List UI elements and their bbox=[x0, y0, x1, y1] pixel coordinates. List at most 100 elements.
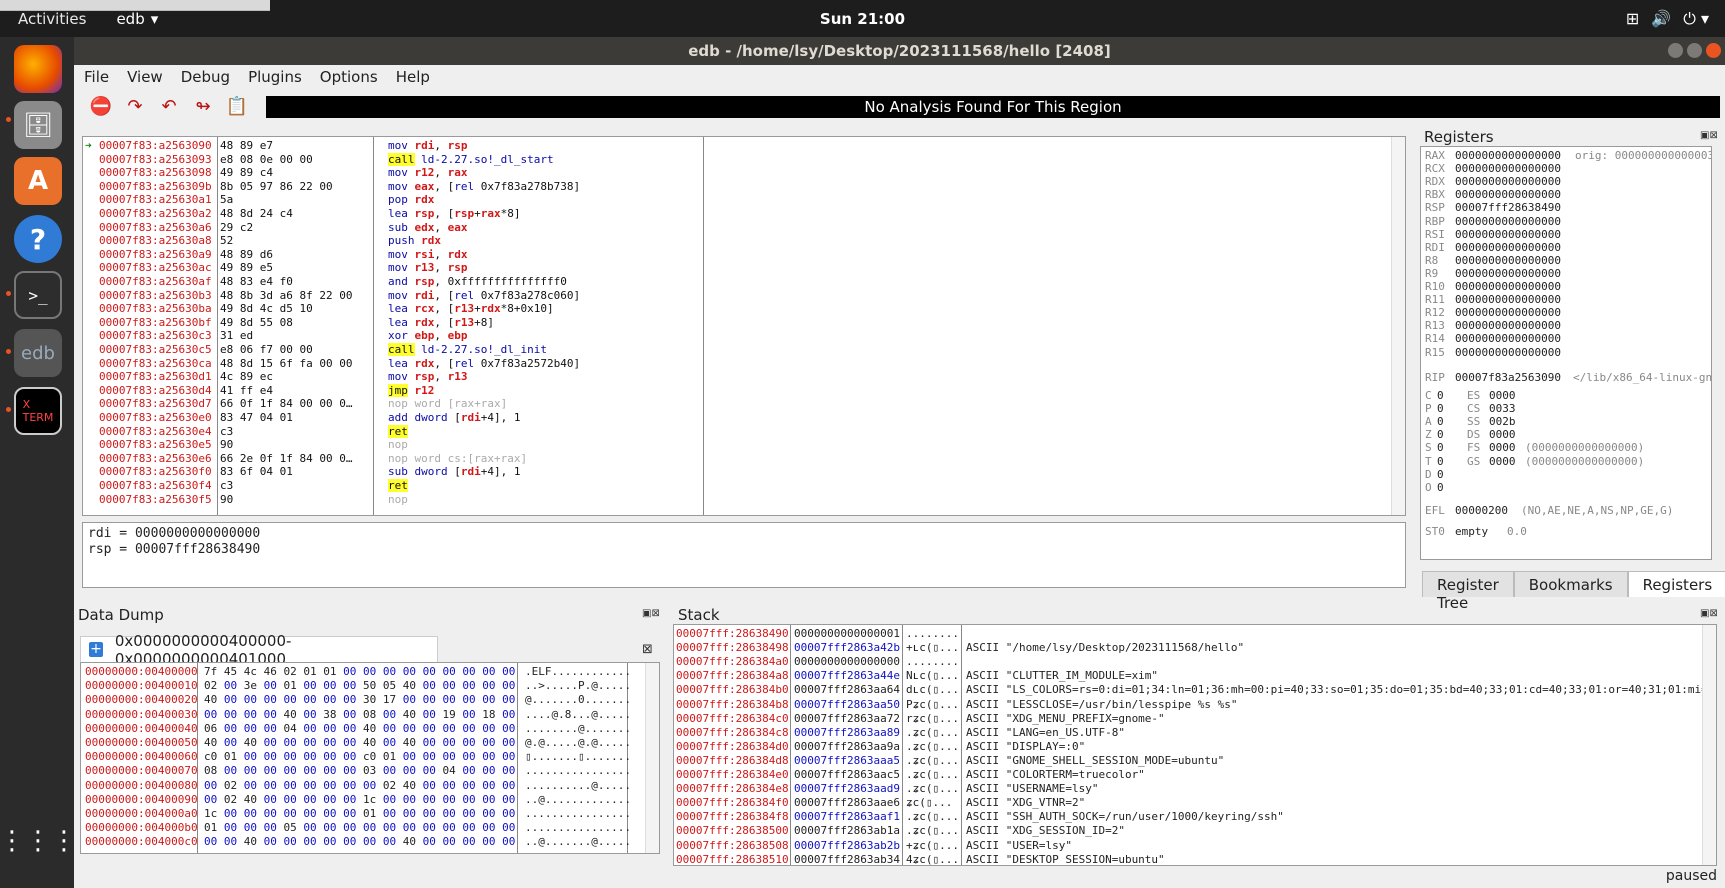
close-tab-icon[interactable]: ⊠ bbox=[642, 642, 653, 657]
stack-row[interactable]: 00007fff:28638490 0000000000000001.......… bbox=[676, 627, 959, 641]
disassembly-view[interactable]: ➜ 00007f83:a2563090 48 89 e7 mov rdi, rsp 00… bbox=[82, 136, 1406, 516]
register-row[interactable]: R8 0000000000000000 bbox=[1425, 254, 1561, 268]
step-out-icon[interactable]: ↬ bbox=[190, 94, 216, 120]
menu-file[interactable]: File bbox=[84, 68, 109, 86]
register-row[interactable]: R13 0000000000000000 bbox=[1425, 319, 1561, 333]
register-row[interactable]: RBP 0000000000000000 bbox=[1425, 215, 1561, 229]
terminal-icon[interactable]: >_ bbox=[14, 271, 62, 319]
tab-bookmarks[interactable]: Bookmarks bbox=[1513, 571, 1628, 597]
stack-row[interactable]: 00007fff:28638500 00007fff2863ab1a .ʑc(▯..… bbox=[676, 824, 1125, 838]
step-into-icon[interactable]: ↷ bbox=[122, 94, 148, 120]
dump-row[interactable]: 00000000:00400090 00 02 40 00 00 00 00 00… bbox=[85, 793, 631, 807]
register-row[interactable]: RAX 0000000000000000 orig: 000000000000003 bbox=[1425, 149, 1711, 163]
disasm-row[interactable]: 00007f83:a25630a2 48 8d 24 c4 lea rsp, [rs… bbox=[83, 207, 1393, 221]
show-apps-icon[interactable]: ⋮⋮⋮ bbox=[0, 817, 77, 865]
stack-row[interactable]: 00007fff:28638498 00007fff2863a42b +ʟc(▯..… bbox=[676, 641, 1244, 655]
register-row[interactable]: R14 0000000000000000 bbox=[1425, 332, 1561, 346]
dump-row[interactable]: 00000000:00400030 00 00 00 00 40 00 38 00… bbox=[85, 708, 631, 722]
app-menu[interactable]: edb ▾ bbox=[116, 10, 158, 28]
disasm-row[interactable]: 00007f83:a25630ba 49 8d 4c d5 10 lea rcx, … bbox=[83, 302, 1393, 316]
stack-row[interactable]: 00007fff:28638508 00007fff2863ab2b +ʑc(▯..… bbox=[676, 839, 1072, 853]
disassembly-scrollbar[interactable] bbox=[1391, 137, 1405, 515]
dump-row[interactable]: 00000000:00400060 c0 01 00 00 00 00 00 00… bbox=[85, 750, 631, 764]
disasm-row[interactable]: 00007f83:a25630e6 66 2e 0f 1f 84 00 0… nop… bbox=[83, 452, 1393, 466]
disasm-row[interactable]: 00007f83:a25630d1 4c 89 ec mov rsp, r13 bbox=[83, 370, 1393, 384]
stack-row[interactable]: 00007fff:286384d8 00007fff2863aaa5 .ʑc(▯..… bbox=[676, 754, 1224, 768]
disasm-row[interactable]: 00007f83:a25630c5 e8 06 f7 00 00 call ld-2… bbox=[83, 343, 1393, 357]
flag-row[interactable]: T 0 GS 0000 (0000000000000000) bbox=[1425, 455, 1644, 469]
dump-row[interactable]: 00000000:00400070 08 00 00 00 00 00 00 00… bbox=[85, 764, 631, 778]
close-icon[interactable] bbox=[1706, 43, 1721, 58]
dump-scrollbar[interactable] bbox=[645, 663, 659, 853]
flag-row[interactable]: A 0 SS 002b bbox=[1425, 415, 1516, 429]
register-row[interactable]: EFL 00000200 (NO,AE,NE,A,NS,NP,GE,G) bbox=[1425, 504, 1673, 518]
disasm-row[interactable]: 00007f83:a256309b 8b 05 97 86 22 00 mov ea… bbox=[83, 180, 1393, 194]
disasm-row[interactable]: 00007f83:a2563093 e8 08 0e 00 00 call ld-2… bbox=[83, 152, 1393, 167]
register-row[interactable]: RDX 0000000000000000 bbox=[1425, 175, 1561, 189]
stack-row[interactable]: 00007fff:286384a0 0000000000000000.......… bbox=[676, 655, 959, 669]
run-to-icon[interactable]: 📋 bbox=[224, 94, 250, 120]
flag-row[interactable]: D0 bbox=[1425, 468, 1444, 482]
register-row[interactable]: R12 0000000000000000 bbox=[1425, 306, 1561, 320]
stack-row[interactable]: 00007fff:286384f0 00007fff2863aae6 ʑc(▯...… bbox=[676, 796, 1085, 810]
disasm-row[interactable]: 00007f83:a25630b3 48 8b 3d a6 8f 22 00 mov… bbox=[83, 289, 1393, 303]
flag-row[interactable]: C 0 ES 0000 bbox=[1425, 389, 1516, 403]
stack-row[interactable]: 00007fff:286384e0 00007fff2863aac5 .ʑc(▯..… bbox=[676, 768, 1145, 782]
menu-debug[interactable]: Debug bbox=[181, 68, 230, 86]
stop-icon[interactable]: ⛔ bbox=[88, 94, 114, 120]
stack-row[interactable]: 00007fff:286384b8 00007fff2863aa50 Pʑc(▯..… bbox=[676, 698, 1238, 712]
register-row[interactable]: R15 0000000000000000 bbox=[1425, 346, 1561, 360]
stack-row[interactable]: 00007fff:286384c8 00007fff2863aa89 .ʑc(▯..… bbox=[676, 726, 1125, 740]
system-tray[interactable]: ⊞ 🔊 ⏻ ▾ bbox=[1626, 9, 1709, 29]
register-row[interactable]: RCX 0000000000000000 bbox=[1425, 162, 1561, 176]
flag-row[interactable]: Z 0 DS 0000 bbox=[1425, 428, 1516, 442]
dump-row[interactable]: 00000000:00400020 40 00 00 00 00 00 00 00… bbox=[85, 693, 631, 707]
add-tab-icon[interactable]: + bbox=[89, 642, 103, 657]
dump-row[interactable]: 00000000:004000c0 00 00 40 00 00 00 00 00… bbox=[85, 835, 631, 849]
files-icon[interactable]: 🗄 bbox=[14, 101, 62, 149]
disasm-row[interactable]: 00007f83:a25630ca 48 8d 15 6f fa 00 00 lea… bbox=[83, 357, 1393, 371]
menu-view[interactable]: View bbox=[127, 68, 163, 86]
register-row[interactable]: ST0 empty 0.0 bbox=[1425, 525, 1527, 539]
dump-row[interactable]: 00000000:00400040 06 00 00 00 04 00 00 00… bbox=[85, 722, 631, 736]
register-row[interactable]: RIP 00007f83a2563090 </lib/x86_64-linux-gn bbox=[1425, 371, 1711, 385]
stack-row[interactable]: 00007fff:286384d0 00007fff2863aa9a .ʑc(▯..… bbox=[676, 740, 1085, 754]
panel-float-close-icon[interactable]: ▣⊠ bbox=[1700, 130, 1718, 141]
disasm-row[interactable]: 00007f83:a25630a9 48 89 d6 mov rsi, rdx bbox=[83, 248, 1393, 262]
dump-row[interactable]: 00000000:00400000 7f 45 4c 46 02 01 01 00… bbox=[85, 665, 631, 679]
step-over-icon[interactable]: ↶ bbox=[156, 94, 182, 120]
stack-view[interactable]: 00007fff:28638490 0000000000000001.......… bbox=[673, 624, 1717, 866]
xterm-icon[interactable]: X TERM bbox=[14, 387, 62, 435]
register-row[interactable]: R11 0000000000000000 bbox=[1425, 293, 1561, 307]
menu-plugins[interactable]: Plugins bbox=[248, 68, 302, 86]
panel-float-close-icon[interactable]: ▣⊠ bbox=[1700, 608, 1718, 619]
software-center-icon[interactable]: A bbox=[14, 157, 62, 205]
register-row[interactable]: RDI 0000000000000000 bbox=[1425, 241, 1561, 255]
clock[interactable]: Sun 21:00 bbox=[0, 10, 1725, 28]
maximize-icon[interactable] bbox=[1687, 43, 1702, 58]
dump-row[interactable]: 00000000:00400010 02 00 3e 00 01 00 00 00… bbox=[85, 679, 631, 693]
disasm-row[interactable]: 00007f83:a25630f0 83 6f 04 01 sub dword [r… bbox=[83, 465, 1393, 479]
stack-scrollbar[interactable] bbox=[1702, 625, 1716, 865]
menu-options[interactable]: Options bbox=[320, 68, 378, 86]
disasm-row[interactable]: 00007f83:a25630f4 c3 ret bbox=[83, 479, 1393, 493]
disasm-row[interactable]: 00007f83:a25630a1 5a pop rdx bbox=[83, 193, 1393, 207]
dump-row[interactable]: 00000000:00400080 00 02 00 00 00 00 00 00… bbox=[85, 779, 631, 793]
activities-button[interactable]: Activities bbox=[18, 10, 86, 28]
stack-row[interactable]: 00007fff:286384b0 00007fff2863aa64 dʟc(▯..… bbox=[676, 683, 1714, 697]
edb-icon[interactable]: edb bbox=[14, 329, 62, 377]
disasm-row[interactable]: 00007f83:a2563098 49 89 c4 mov r12, rax bbox=[83, 166, 1393, 180]
stack-row[interactable]: 00007fff:286384a8 00007fff2863a44e Nʟc(▯..… bbox=[676, 669, 1158, 683]
tab-register-tree[interactable]: Register Tree bbox=[1422, 571, 1514, 612]
disasm-row[interactable]: 00007f83:a25630bf 49 8d 55 08 lea rdx, [r1… bbox=[83, 316, 1393, 330]
stack-row[interactable]: 00007fff:286384f8 00007fff2863aaf1 .ʑc(▯..… bbox=[676, 810, 1284, 824]
disasm-row[interactable]: 00007f83:a25630ac 49 89 e5 mov r13, rsp bbox=[83, 261, 1393, 275]
disasm-row[interactable]: 00007f83:a25630e5 90 nop bbox=[83, 438, 1393, 452]
disasm-row[interactable]: 00007f83:a25630c3 31 ed xor ebp, ebp bbox=[83, 329, 1393, 343]
disasm-row[interactable]: 00007f83:a25630d4 41 ff e4 jmp r12 bbox=[83, 383, 1393, 398]
disasm-row[interactable]: 00007f83:a25630e4 c3 ret bbox=[83, 424, 1393, 439]
disasm-row[interactable]: 00007f83:a25630a6 29 c2 sub edx, eax bbox=[83, 221, 1393, 235]
panel-float-close-icon[interactable]: ▣⊠ bbox=[642, 608, 660, 619]
hex-dump-view[interactable]: 00000000:00400000 7f 45 4c 46 02 01 01 00… bbox=[80, 662, 660, 854]
dump-row[interactable]: 00000000:004000a0 1c 00 00 00 00 00 00 00… bbox=[85, 807, 631, 821]
